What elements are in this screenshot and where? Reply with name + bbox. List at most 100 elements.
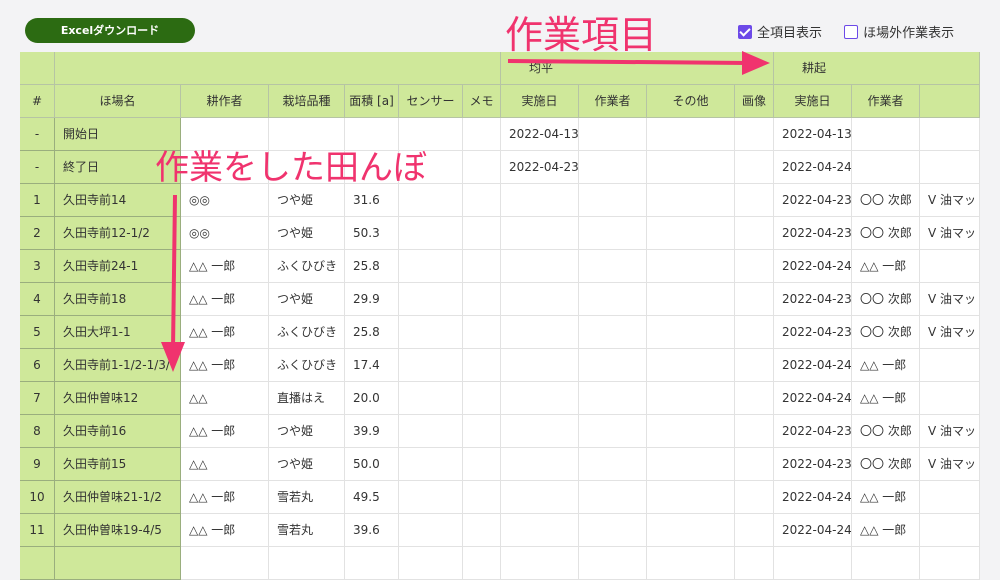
row-9-cultivator: △△ 一郎 — [181, 415, 269, 448]
row-8-variety: 直播はえ — [269, 382, 345, 415]
row-2-kouki-extra: V 油マッ・ — [920, 184, 980, 217]
row-6-kouki-date: 2022-04-23 — [774, 316, 852, 349]
row-7-variety: ふくひびき — [269, 349, 345, 382]
row-2-memo — [463, 184, 501, 217]
group-header-corner — [20, 52, 55, 85]
row-2-kinpei-other — [647, 184, 735, 217]
column-header-num[interactable]: # — [20, 85, 55, 118]
row-4-variety: ふくひびき — [269, 250, 345, 283]
row-7-kinpei-worker — [579, 349, 647, 382]
column-header-kinpei-worker[interactable]: 作業者 — [579, 85, 647, 118]
row-7-kinpei-other — [647, 349, 735, 382]
column-header-kouki-extra[interactable] — [920, 85, 980, 118]
row-7-kouki-extra — [920, 349, 980, 382]
row-1-kouki-worker — [852, 151, 920, 184]
row-13-memo — [463, 547, 501, 580]
show-all-items-checkbox[interactable]: 全項目表示 — [738, 22, 822, 41]
row-8-field-name[interactable]: 久田仲曽味12 — [55, 382, 181, 415]
row-3-field-name[interactable]: 久田寺前12-1/2 — [55, 217, 181, 250]
column-header-kouki-worker[interactable]: 作業者 — [852, 85, 920, 118]
row-13-num — [20, 547, 55, 580]
row-7-num: 6 — [20, 349, 55, 382]
show-all-items-label: 全項目表示 — [757, 26, 823, 41]
row-10-variety: つや姫 — [269, 448, 345, 481]
column-header-sensor[interactable]: センサー — [399, 85, 463, 118]
row-3-kouki-extra: V 油マッ・ — [920, 217, 980, 250]
row-7-kinpei-image — [735, 349, 774, 382]
row-5-sensor — [399, 283, 463, 316]
row-1-kinpei-worker — [579, 151, 647, 184]
column-header-field-name[interactable]: ほ場名 — [55, 85, 181, 118]
column-header-kouki-date[interactable]: 実施日 — [774, 85, 852, 118]
row-4-kinpei-worker — [579, 250, 647, 283]
row-9-kinpei-date — [501, 415, 579, 448]
row-11-cultivator: △△ 一郎 — [181, 481, 269, 514]
row-11-field-name[interactable]: 久田仲曽味21-1/2 — [55, 481, 181, 514]
column-header-area[interactable]: 面積 [a] — [345, 85, 399, 118]
row-7-field-name[interactable]: 久田寺前1-1/2-1/3/ — [55, 349, 181, 382]
row-2-kinpei-image — [735, 184, 774, 217]
row-2-kinpei-worker — [579, 184, 647, 217]
row-9-kinpei-other — [647, 415, 735, 448]
row-7-sensor — [399, 349, 463, 382]
row-13-cultivator — [181, 547, 269, 580]
row-12-field-name[interactable]: 久田仲曽味19-4/5 — [55, 514, 181, 547]
column-header-kinpei-other[interactable]: その他 — [647, 85, 735, 118]
row-8-kinpei-other — [647, 382, 735, 415]
row-13-kouki-date — [774, 547, 852, 580]
column-header-memo[interactable]: メモ — [463, 85, 501, 118]
row-9-sensor — [399, 415, 463, 448]
row-10-field-name[interactable]: 久田寺前15 — [55, 448, 181, 481]
show-offfield-work-checkbox[interactable]: ほ場外作業表示 — [844, 22, 954, 41]
row-5-memo — [463, 283, 501, 316]
row-9-memo — [463, 415, 501, 448]
row-9-kouki-worker: 〇〇 次郎 — [852, 415, 920, 448]
row-3-num: 2 — [20, 217, 55, 250]
checkbox-checked-icon — [738, 24, 752, 39]
row-1-kouki-extra — [920, 151, 980, 184]
row-12-variety: 雪若丸 — [269, 514, 345, 547]
row-13-kinpei-worker — [579, 547, 647, 580]
row-5-kouki-worker: 〇〇 次郎 — [852, 283, 920, 316]
row-0-num: - — [20, 118, 55, 151]
row-5-kinpei-other — [647, 283, 735, 316]
row-10-kouki-worker: 〇〇 次郎 — [852, 448, 920, 481]
row-1-kouki-date: 2022-04-24 — [774, 151, 852, 184]
excel-download-button[interactable]: Excelダウンロード — [25, 18, 195, 43]
row-6-variety: ふくひびき — [269, 316, 345, 349]
row-10-sensor — [399, 448, 463, 481]
row-3-kinpei-other — [647, 217, 735, 250]
row-7-memo — [463, 349, 501, 382]
column-header-kinpei-date[interactable]: 実施日 — [501, 85, 579, 118]
column-header-cultivator[interactable]: 耕作者 — [181, 85, 269, 118]
row-0-kinpei-worker — [579, 118, 647, 151]
column-header-kinpei-image[interactable]: 画像 — [735, 85, 774, 118]
column-header-variety[interactable]: 栽培品種 — [269, 85, 345, 118]
row-5-kinpei-image — [735, 283, 774, 316]
row-12-kinpei-date — [501, 514, 579, 547]
row-9-field-name[interactable]: 久田寺前16 — [55, 415, 181, 448]
row-8-kinpei-worker — [579, 382, 647, 415]
row-9-num: 8 — [20, 415, 55, 448]
row-5-kinpei-worker — [579, 283, 647, 316]
row-1-kinpei-other — [647, 151, 735, 184]
row-6-kinpei-date — [501, 316, 579, 349]
row-6-num: 5 — [20, 316, 55, 349]
row-12-sensor — [399, 514, 463, 547]
row-11-kinpei-worker — [579, 481, 647, 514]
row-4-kouki-worker: △△ 一郎 — [852, 250, 920, 283]
checkbox-unchecked-icon — [844, 24, 859, 39]
row-2-kouki-worker: 〇〇 次郎 — [852, 184, 920, 217]
row-4-field-name[interactable]: 久田寺前24-1 — [55, 250, 181, 283]
row-4-area: 25.8 — [345, 250, 399, 283]
row-2-kinpei-date — [501, 184, 579, 217]
row-6-kinpei-other — [647, 316, 735, 349]
row-13-variety — [269, 547, 345, 580]
row-5-field-name[interactable]: 久田寺前18 — [55, 283, 181, 316]
row-6-field-name[interactable]: 久田大坪1-1 — [55, 316, 181, 349]
row-12-memo — [463, 514, 501, 547]
row-13-field-name[interactable] — [55, 547, 181, 580]
row-4-kinpei-date — [501, 250, 579, 283]
row-13-kouki-extra — [920, 547, 980, 580]
row-13-kouki-worker — [852, 547, 920, 580]
